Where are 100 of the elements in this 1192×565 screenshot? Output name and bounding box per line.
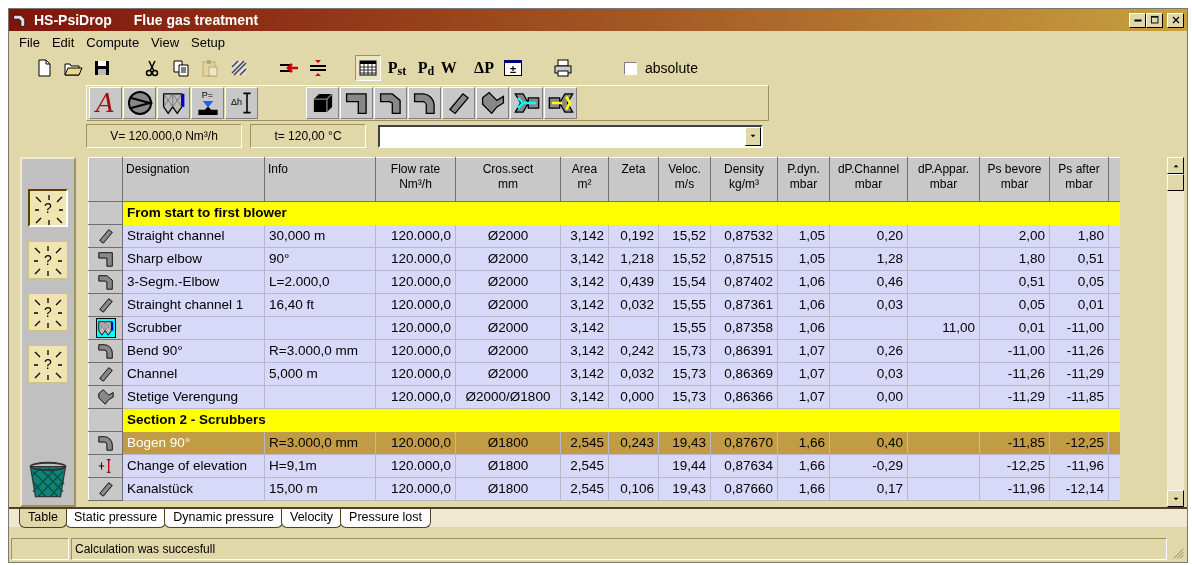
- table-cell: Bogen 90°: [122, 431, 265, 455]
- row-header[interactable]: [88, 247, 123, 271]
- menu-item[interactable]: Compute: [80, 33, 146, 49]
- column-header[interactable]: Info: [264, 157, 376, 202]
- column-header[interactable]: Veloc. m/s: [658, 157, 711, 202]
- palette-button[interactable]: [408, 87, 441, 119]
- palette-button[interactable]: P=: [191, 87, 224, 119]
- palette-button[interactable]: A: [89, 87, 122, 119]
- column-header[interactable]: dP.Appar. mbar: [907, 157, 980, 202]
- menu-item[interactable]: View: [145, 33, 186, 49]
- table-cell: 16,40 ft: [264, 293, 376, 317]
- column-header[interactable]: P.dyn. mbar: [777, 157, 830, 202]
- flow-readout: V= 120.000,0 Nm³/h: [86, 124, 242, 148]
- minimize-button[interactable]: [1129, 12, 1146, 28]
- column-header[interactable]: Area m²: [560, 157, 609, 202]
- window-title: Flue gas treatment: [133, 10, 259, 30]
- palette-button[interactable]: [374, 87, 407, 119]
- sparkle-icon: [32, 297, 64, 329]
- combo-box[interactable]: [378, 124, 763, 148]
- menu-item[interactable]: Setup: [185, 33, 232, 49]
- column-header[interactable]: Zeta: [608, 157, 659, 202]
- row-header[interactable]: [88, 316, 123, 340]
- toolbar-button[interactable]: P$_{d}$: [413, 55, 439, 81]
- tab[interactable]: Velocity: [281, 509, 343, 528]
- scroll-down-button[interactable]: [1167, 490, 1184, 507]
- fan-icon: [126, 90, 153, 116]
- maximize-button[interactable]: [1146, 12, 1163, 28]
- tab[interactable]: Pressure lost: [340, 509, 432, 528]
- column-header[interactable]: dP.Channel mbar: [829, 157, 908, 202]
- row-header[interactable]: [88, 339, 123, 363]
- table-cell: Strainght channel 1: [122, 293, 265, 317]
- toolbar-button[interactable]: W⃗: [442, 55, 468, 81]
- palette-button[interactable]: [340, 87, 373, 119]
- palette-button[interactable]: [157, 87, 190, 119]
- table-cell: Channel: [122, 362, 265, 386]
- palette-button[interactable]: Δh: [225, 87, 258, 119]
- table-cell: Stetige Verengung: [122, 385, 265, 409]
- palette-button[interactable]: [510, 87, 543, 119]
- column-header[interactable]: Density kg/m³: [710, 157, 778, 202]
- palette-button[interactable]: [123, 87, 156, 119]
- lines-arrows-icon: [308, 58, 328, 78]
- toolbar-button[interactable]: ±: [500, 55, 526, 81]
- column-header[interactable]: Flow rate Nm³/h: [375, 157, 456, 202]
- toolbar-button[interactable]: ΔP: [471, 55, 497, 81]
- row-header[interactable]: [88, 431, 123, 455]
- pipe-icon: [12, 12, 28, 28]
- bracket-icon: [242, 91, 252, 115]
- palette-button[interactable]: [306, 87, 339, 119]
- tab[interactable]: Table: [19, 509, 67, 528]
- column-header[interactable]: Designation: [122, 157, 265, 202]
- maximize-icon: [1148, 14, 1161, 26]
- minimize-icon: [1133, 18, 1142, 22]
- checkbox-label: absolute: [645, 58, 698, 78]
- scroll-up-button[interactable]: [1167, 157, 1184, 174]
- tab[interactable]: Static pressure: [64, 509, 167, 528]
- palette-button[interactable]: [544, 87, 577, 119]
- table-cell: R=3.000,0 mm: [264, 339, 376, 363]
- segmented-elbow-icon: [377, 90, 404, 116]
- palette-button[interactable]: [442, 87, 475, 119]
- table-cell: 5,000 m: [264, 362, 376, 386]
- funnel-icon: [196, 100, 219, 115]
- table-cell: Scrubber: [122, 316, 265, 340]
- checkbox[interactable]: [624, 61, 637, 75]
- table-cell: 30,000 m: [264, 224, 376, 248]
- row-header[interactable]: [88, 385, 123, 409]
- column-header[interactable]: Ps bevore mbar: [979, 157, 1050, 202]
- toolbar-button[interactable]: [355, 55, 381, 81]
- slot-button[interactable]: ?: [28, 345, 68, 383]
- menu-item[interactable]: File: [13, 33, 46, 49]
- toolbar-button[interactable]: P$_{st}$: [384, 55, 410, 81]
- table-cell: H=9,1m: [264, 454, 376, 478]
- column-header[interactable]: Ps after mbar: [1049, 157, 1109, 202]
- table-cell: 90°: [264, 247, 376, 271]
- section-title: Section 2 - Scrubbers: [122, 408, 1120, 432]
- slot-button[interactable]: ?: [28, 189, 68, 227]
- scrollbar-thumb[interactable]: [1167, 174, 1184, 191]
- clipboard-icon: [200, 58, 220, 78]
- table-cell: Sharp elbow: [122, 247, 265, 271]
- temperature-readout: t= 120,00 °C: [250, 124, 366, 148]
- table-cell: Kanalstück: [122, 477, 265, 501]
- slot-button[interactable]: ?: [28, 293, 68, 331]
- row-header[interactable]: [88, 293, 123, 317]
- row-header[interactable]: [88, 477, 123, 501]
- table-cell: 15,00 m: [264, 477, 376, 501]
- sparkle-icon: [33, 194, 65, 226]
- row-header[interactable]: [88, 224, 123, 248]
- copy-icon: [171, 58, 191, 78]
- scrollbar-track[interactable]: [1167, 157, 1184, 507]
- row-header[interactable]: [88, 362, 123, 386]
- section-title: From start to first blower: [122, 201, 1120, 225]
- slot-button[interactable]: ?: [28, 241, 68, 279]
- palette-button[interactable]: [476, 87, 509, 119]
- app-name: HS-PsiDrop: [34, 10, 112, 30]
- menu-item[interactable]: Edit: [45, 33, 81, 49]
- close-button[interactable]: [1167, 12, 1184, 28]
- table-cell: Straight channel: [122, 224, 265, 248]
- tab[interactable]: Dynamic pressure: [164, 509, 283, 528]
- row-header[interactable]: [88, 270, 123, 294]
- bend-icon: [96, 342, 115, 361]
- column-header[interactable]: Cros.sect mm: [455, 157, 561, 202]
